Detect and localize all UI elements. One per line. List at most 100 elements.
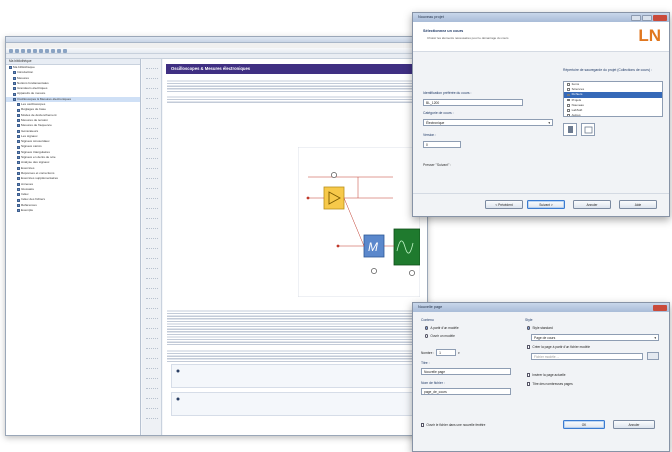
checkbox-icon xyxy=(567,93,570,97)
terminal-dot xyxy=(336,244,340,248)
gutter-mark xyxy=(146,119,158,129)
checkbox-icon xyxy=(567,88,570,92)
gutter-mark xyxy=(146,199,158,209)
ok-button[interactable]: OK xyxy=(563,420,605,429)
gutter-mark xyxy=(146,299,158,309)
gutter-mark xyxy=(146,109,158,119)
dialog-subheading: Choisir les éléments nécessaires pour le… xyxy=(427,36,509,40)
check-template-file[interactable]: Créer la page à partir d'un fichier modè… xyxy=(527,345,590,349)
page-icon xyxy=(9,66,12,70)
document-area: Oscilloscopes & Mesures électroniques M xyxy=(163,59,427,435)
page-icon xyxy=(13,71,16,75)
minimize-button[interactable] xyxy=(631,14,641,21)
radio-template[interactable]: A partir d'un modèle xyxy=(425,326,459,330)
gutter-mark xyxy=(146,129,158,139)
undo-icon[interactable] xyxy=(45,48,49,53)
browse-folder-icon[interactable] xyxy=(647,352,659,360)
close-button[interactable] xyxy=(653,14,667,21)
page-icon xyxy=(17,124,20,128)
paste-icon[interactable] xyxy=(39,48,43,53)
gutter-mark xyxy=(146,369,158,379)
tree-item-label: Exemple xyxy=(21,208,34,213)
collection-list-item[interactable]: Autres xyxy=(564,113,662,116)
radio-standard-style[interactable]: Style standard xyxy=(527,326,553,330)
italic-icon[interactable] xyxy=(63,48,67,53)
multiplier-block-icon[interactable]: M xyxy=(363,234,385,258)
style-group-label: Style xyxy=(525,318,533,322)
new-icon[interactable] xyxy=(9,48,13,53)
radio-label: Ouvrir un modèle xyxy=(430,334,455,338)
check-open-window[interactable]: Ouvrir le fichier dans une nouvelle fenê… xyxy=(421,423,485,427)
open-icon[interactable] xyxy=(15,48,19,53)
scope-display-icon[interactable] xyxy=(393,228,420,266)
gutter-mark xyxy=(146,249,158,259)
check-title-pages[interactable]: Titre des nombreuses pages xyxy=(527,382,573,386)
amplifier-block-icon[interactable] xyxy=(323,186,345,210)
bullet-block xyxy=(171,392,421,416)
radio-open-template[interactable]: Ouvrir un modèle xyxy=(425,334,455,338)
page-icon xyxy=(17,129,20,133)
check-insert-page[interactable]: Insérer la page actuelle xyxy=(527,373,566,377)
folder-icon[interactable] xyxy=(581,123,595,136)
close-button[interactable] xyxy=(653,304,667,311)
cancel-button[interactable]: Annuler xyxy=(613,420,655,429)
tree-item[interactable]: Exemple xyxy=(6,208,140,213)
cancel-button[interactable]: Annuler xyxy=(573,200,611,209)
gutter-mark xyxy=(146,239,158,249)
checkbox-icon xyxy=(421,423,425,427)
project-icon[interactable] xyxy=(563,123,577,136)
id-label: Identification préférée du cours : xyxy=(423,91,472,95)
chevron-down-icon: ▾ xyxy=(654,336,656,340)
checkbox-icon xyxy=(527,373,531,377)
page-icon xyxy=(13,92,16,96)
radio-label: Style standard xyxy=(532,326,553,330)
checkbox-icon xyxy=(527,345,531,349)
collection-list[interactable]: Items Sciences Fichiers Projets Nouveau LabSo… xyxy=(563,81,663,117)
divider xyxy=(413,193,669,194)
save-icon[interactable] xyxy=(21,48,25,53)
style-value: Page de cours xyxy=(534,336,556,340)
gutter-mark xyxy=(146,329,158,339)
id-field[interactable]: BL_1200 xyxy=(423,99,523,106)
list-label: Répertoire de sauvegarde du projet (Coll… xyxy=(563,68,652,72)
checkbox-icon xyxy=(567,98,570,102)
gutter-mark xyxy=(146,169,158,179)
count-stepper[interactable]: 1 xyxy=(436,349,457,356)
radio-icon xyxy=(527,326,531,330)
page-icon xyxy=(17,156,20,160)
previous-button[interactable]: < Précédent xyxy=(485,200,523,209)
next-button[interactable]: Suivant > xyxy=(527,200,565,209)
title-field[interactable]: Nouvelle page xyxy=(421,368,511,375)
chevron-down-icon[interactable]: ▾ xyxy=(458,351,460,355)
dialog-titlebar[interactable]: Nouveau projet xyxy=(413,13,669,22)
circuit-diagram: M xyxy=(298,147,420,297)
page-icon xyxy=(13,87,16,91)
filename-field[interactable]: page_de_cours xyxy=(421,388,511,395)
gutter-mark xyxy=(146,79,158,89)
cut-icon[interactable] xyxy=(27,48,31,53)
bold-icon[interactable] xyxy=(57,48,61,53)
main-window: Ma bibliothèque Ma bibliothèque Introduct… xyxy=(5,36,428,436)
page-icon xyxy=(13,76,16,80)
dialog-titlebar[interactable]: Nouvelle page xyxy=(413,303,669,312)
knob-icon[interactable] xyxy=(409,270,415,276)
page-title: Oscilloscopes & Mesures électroniques xyxy=(166,64,424,74)
redo-icon[interactable] xyxy=(51,48,55,53)
help-button[interactable]: Aide xyxy=(619,200,657,209)
category-select[interactable]: Électronique ▾ xyxy=(423,119,553,126)
gutter-mark xyxy=(146,259,158,269)
knob-icon[interactable] xyxy=(371,268,377,274)
page-icon xyxy=(17,203,20,207)
count-row: Nombre : 1 ▾ xyxy=(421,349,460,356)
version-field[interactable]: 0 xyxy=(423,141,461,148)
copy-icon[interactable] xyxy=(33,48,37,53)
knob-icon[interactable] xyxy=(331,172,337,178)
bullet-icon xyxy=(176,369,180,373)
style-select[interactable]: Page de cours ▾ xyxy=(531,334,659,341)
gutter-mark xyxy=(146,319,158,329)
maximize-button[interactable] xyxy=(642,14,652,21)
gutter-mark xyxy=(146,59,158,69)
svg-text:M: M xyxy=(368,240,378,254)
template-file-field[interactable]: Fichier modèle ... xyxy=(531,353,643,360)
gutter-mark xyxy=(146,159,158,169)
